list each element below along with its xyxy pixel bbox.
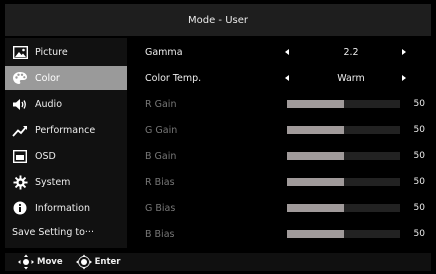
slider-fill [287, 126, 344, 134]
b-gain-row[interactable]: B Gain 50 [127, 144, 431, 168]
gamma-value: 2.2 [343, 46, 359, 58]
slider-track[interactable] [287, 100, 400, 108]
slider-track[interactable] [287, 178, 400, 186]
slider-track[interactable] [287, 152, 400, 160]
page-title: Mode - User [187, 14, 248, 26]
sidebar-item-osd[interactable]: OSD [5, 144, 127, 168]
sidebar-item-system[interactable]: System [5, 170, 127, 194]
slider-label: B Bias [145, 228, 175, 240]
sidebar-item-picture[interactable]: Picture [5, 40, 127, 64]
slider-value: 50 [413, 99, 425, 109]
slider-fill [287, 178, 344, 186]
sidebar-item-information[interactable]: Information [5, 196, 127, 220]
enter-hint: Enter [75, 254, 121, 270]
sidebar-item-label: Audio [35, 98, 63, 110]
slider-label: B Gain [145, 150, 177, 162]
footer-hints: Move Enter [5, 253, 431, 271]
trend-up-icon [12, 122, 28, 138]
sidebar-item-performance[interactable]: Performance [5, 118, 127, 142]
slider-label: R Bias [145, 176, 175, 188]
slider-value: 50 [413, 229, 425, 239]
g-bias-row[interactable]: G Bias 50 [127, 196, 431, 220]
arrow-left-icon[interactable] [285, 75, 289, 81]
sidebar-item-label: OSD [35, 150, 56, 162]
sidebar-item-label: System [35, 176, 71, 188]
palette-icon [12, 70, 28, 86]
slider-value: 50 [413, 151, 425, 161]
slider-label: G Bias [145, 202, 176, 214]
osd-menu: Mode - User Picture Color Audio Performa… [0, 0, 436, 274]
gamma-label: Gamma [145, 46, 183, 58]
slider-track[interactable] [287, 204, 400, 212]
sidebar-item-color[interactable]: Color [5, 66, 127, 90]
slider-value: 50 [413, 177, 425, 187]
slider-label: R Gain [145, 98, 177, 110]
move-label: Move [37, 257, 63, 267]
arrow-right-icon[interactable] [402, 49, 406, 55]
color-settings-panel: Gamma 2.2 Color Temp. Warm R Gain 50 G Gai… [127, 38, 431, 248]
arrow-right-icon[interactable] [402, 75, 406, 81]
arrow-left-icon[interactable] [285, 49, 289, 55]
slider-fill [287, 230, 344, 238]
sidebar: Picture Color Audio Performance OSD Syst… [5, 38, 127, 248]
sidebar-item-label: Save Setting to··· [12, 226, 94, 238]
joystick-move-icon [17, 254, 35, 270]
enter-label: Enter [94, 257, 121, 267]
color-temp-row[interactable]: Color Temp. Warm [127, 66, 431, 90]
r-gain-row[interactable]: R Gain 50 [127, 92, 431, 116]
move-hint: Move [17, 254, 63, 270]
gear-icon [12, 174, 28, 190]
slider-value: 50 [413, 203, 425, 213]
sidebar-item-label: Picture [35, 46, 68, 58]
slider-track[interactable] [287, 230, 400, 238]
sidebar-item-label: Performance [35, 124, 96, 136]
slider-fill [287, 204, 344, 212]
sidebar-item-audio[interactable]: Audio [5, 92, 127, 116]
info-icon [12, 200, 28, 216]
color-temp-value: Warm [337, 72, 365, 84]
b-bias-row[interactable]: B Bias 50 [127, 222, 431, 246]
slider-fill [287, 100, 344, 108]
g-gain-row[interactable]: G Gain 50 [127, 118, 431, 142]
sidebar-item-label: Color [35, 72, 60, 84]
r-bias-row[interactable]: R Bias 50 [127, 170, 431, 194]
speaker-icon [12, 96, 28, 112]
sidebar-item-label: Information [35, 202, 90, 214]
picture-icon [12, 44, 28, 60]
color-temp-label: Color Temp. [145, 72, 202, 84]
slider-value: 50 [413, 125, 425, 135]
slider-fill [287, 152, 344, 160]
osd-window-icon [12, 148, 28, 164]
osd-title-bar: Mode - User [5, 4, 431, 36]
sidebar-item-save-setting[interactable]: Save Setting to··· [5, 220, 127, 244]
slider-track[interactable] [287, 126, 400, 134]
slider-label: G Gain [145, 124, 178, 136]
gamma-row[interactable]: Gamma 2.2 [127, 40, 431, 64]
joystick-enter-icon [75, 254, 93, 270]
